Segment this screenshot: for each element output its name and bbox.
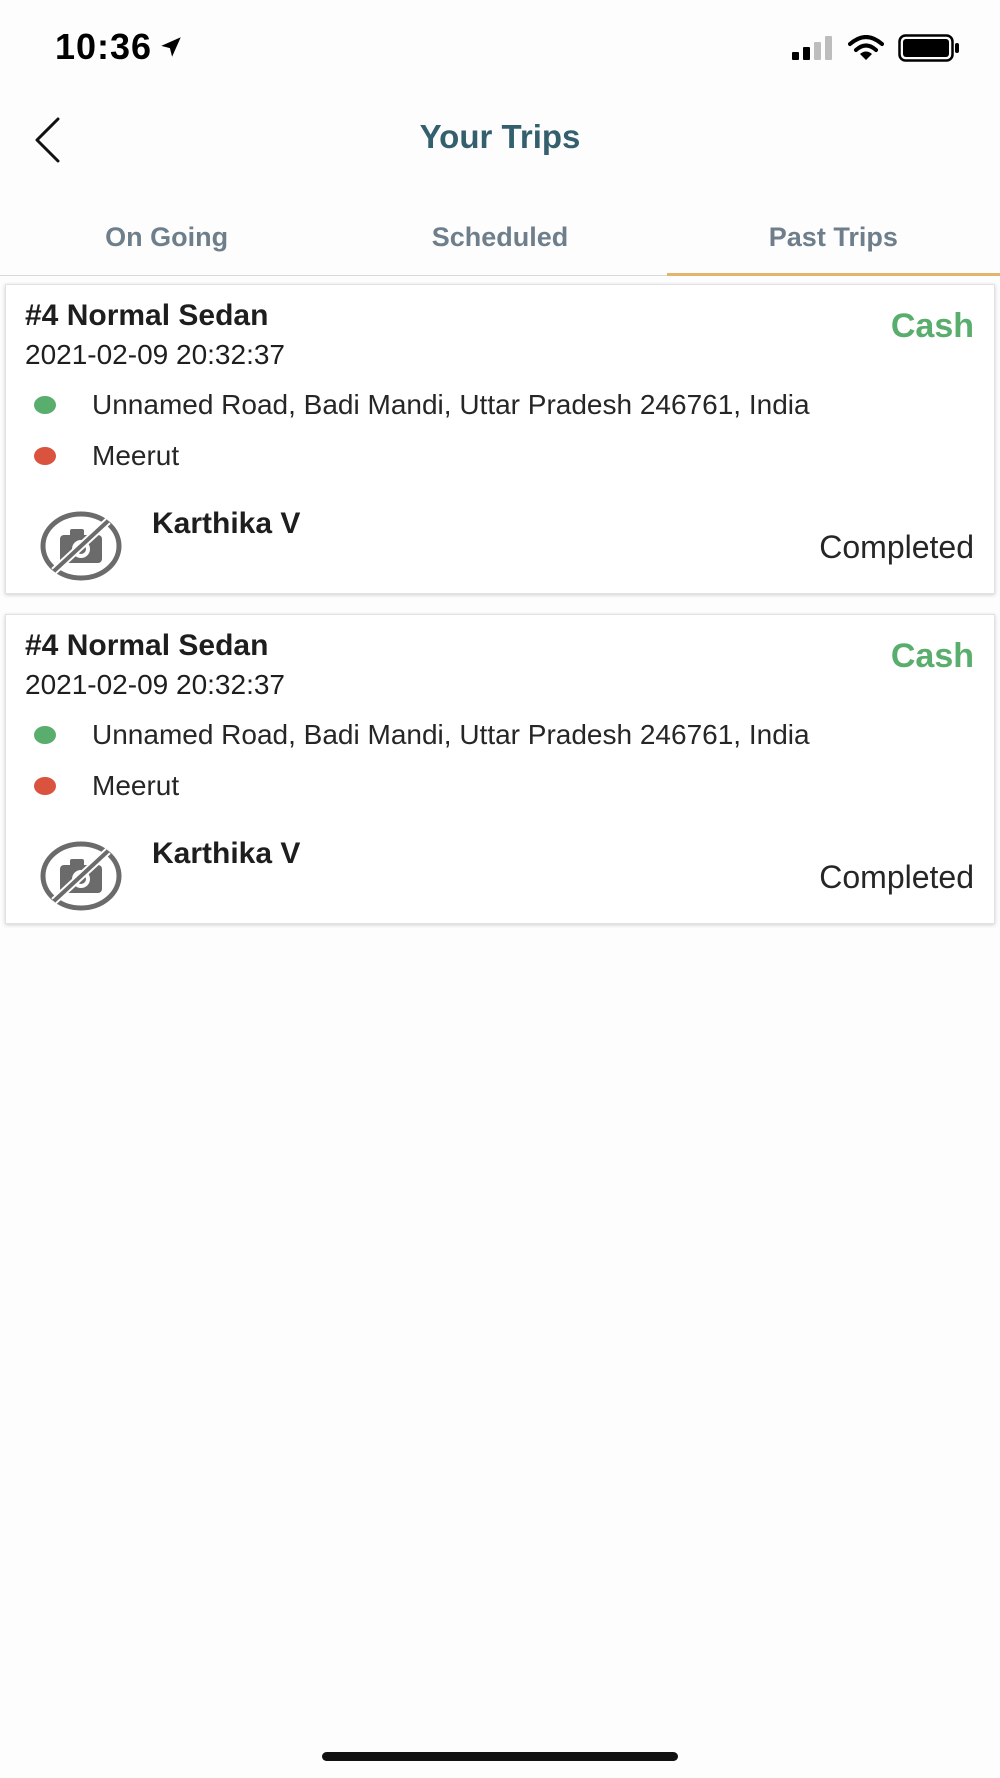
battery-icon: [898, 34, 959, 62]
trip-card[interactable]: #4 Normal Sedan 2021-02-09 20:32:37 Cash…: [5, 284, 995, 594]
drop-dot-icon: [34, 447, 56, 465]
trip-list: #4 Normal Sedan 2021-02-09 20:32:37 Cash…: [5, 284, 995, 944]
tab-on-going[interactable]: On Going: [0, 200, 333, 275]
trip-card[interactable]: #4 Normal Sedan 2021-02-09 20:32:37 Cash…: [5, 614, 995, 924]
wifi-icon: [848, 35, 884, 60]
pickup-address: Unnamed Road, Badi Mandi, Uttar Pradesh …: [92, 389, 810, 420]
no-photo-icon: [40, 841, 122, 911]
trip-datetime: 2021-02-09 20:32:37: [25, 669, 285, 700]
drop-address: Meerut: [92, 770, 180, 801]
home-indicator[interactable]: [322, 1752, 678, 1761]
trip-title: #4 Normal Sedan: [25, 299, 269, 332]
payment-method: Cash: [890, 307, 974, 345]
nav-header: Your Trips: [0, 100, 1000, 180]
status-time: 10:36: [55, 26, 184, 68]
driver-name: Karthika V: [152, 507, 301, 540]
tab-scheduled[interactable]: Scheduled: [333, 200, 666, 275]
trip-tabs: On Going Scheduled Past Trips: [0, 200, 1000, 276]
pickup-dot-icon: [34, 726, 56, 744]
no-photo-icon: [40, 511, 122, 581]
trip-datetime: 2021-02-09 20:32:37: [25, 339, 285, 370]
location-arrow-icon: [161, 37, 181, 57]
trip-status: Completed: [819, 529, 974, 565]
tab-past-trips[interactable]: Past Trips: [666, 200, 1000, 276]
driver-name: Karthika V: [152, 837, 301, 870]
status-icons: [792, 34, 960, 62]
drop-dot-icon: [34, 777, 56, 795]
trip-status: Completed: [819, 859, 974, 895]
drop-address: Meerut: [92, 440, 180, 471]
status-time-text: 10:36: [55, 26, 153, 67]
drop-location: Meerut: [34, 440, 179, 472]
status-bar: 10:36: [0, 0, 1000, 90]
drop-location: Meerut: [34, 770, 179, 802]
pickup-dot-icon: [34, 396, 56, 414]
page-title: Your Trips: [419, 118, 581, 155]
trip-title: #4 Normal Sedan: [25, 629, 269, 662]
pickup-address: Unnamed Road, Badi Mandi, Uttar Pradesh …: [92, 719, 810, 750]
cellular-signal-icon: [792, 36, 832, 60]
payment-method: Cash: [890, 637, 974, 675]
pickup-location: Unnamed Road, Badi Mandi, Uttar Pradesh …: [34, 389, 810, 421]
pickup-location: Unnamed Road, Badi Mandi, Uttar Pradesh …: [34, 719, 810, 751]
